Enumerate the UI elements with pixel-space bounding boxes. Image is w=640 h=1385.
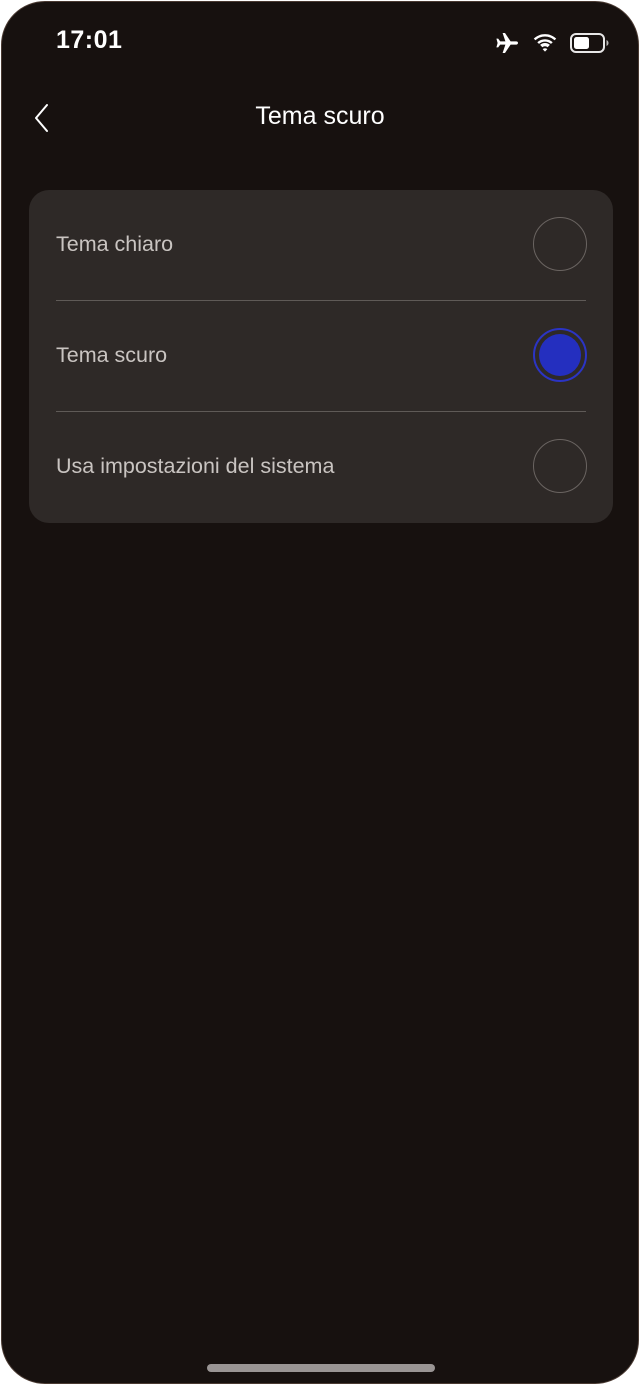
option-dark-theme[interactable]: Tema scuro: [29, 301, 613, 412]
radio-button[interactable]: [533, 439, 587, 493]
theme-options-list: Tema chiaro Tema scuro Usa impostazioni …: [29, 190, 613, 523]
option-system-theme[interactable]: Usa impostazioni del sistema: [29, 412, 613, 523]
option-label: Tema chiaro: [56, 232, 174, 256]
wifi-icon: [532, 33, 558, 53]
status-icons: [494, 30, 610, 56]
radio-button-selected[interactable]: [533, 328, 587, 382]
home-indicator[interactable]: [207, 1364, 435, 1372]
option-light-theme[interactable]: Tema chiaro: [29, 190, 613, 301]
option-label: Tema scuro: [56, 343, 168, 367]
radio-button[interactable]: [533, 217, 587, 271]
battery-icon: [570, 32, 610, 54]
status-bar: 17:01: [2, 2, 638, 82]
phone-screen: 17:01 Tema scuro Tema chiaro Tema scuro …: [1, 1, 639, 1384]
navigation-bar: Tema scuro: [2, 82, 638, 152]
status-time: 17:01: [56, 26, 123, 54]
airplane-icon: [494, 31, 520, 55]
page-title: Tema scuro: [255, 102, 385, 130]
option-label: Usa impostazioni del sistema: [56, 454, 335, 478]
